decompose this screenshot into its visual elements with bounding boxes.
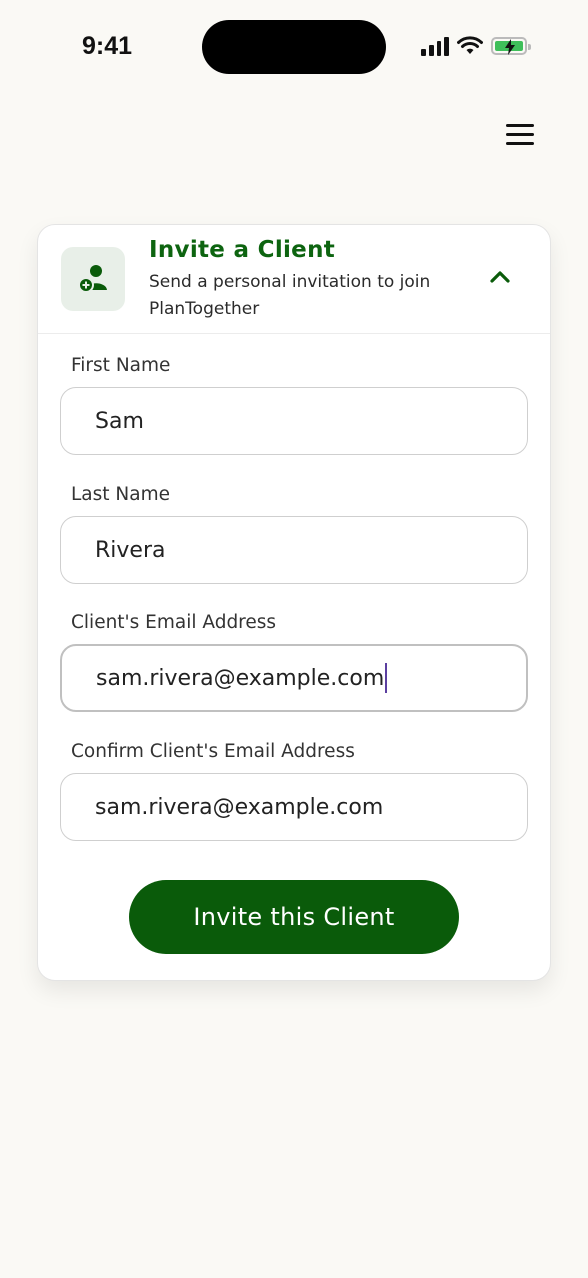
confirm-email-value: sam.rivera@example.com xyxy=(95,794,384,820)
first-name-value: Sam xyxy=(95,408,144,434)
battery-charging-icon xyxy=(491,37,531,55)
first-name-label: First Name xyxy=(71,355,171,376)
last-name-field[interactable]: Rivera xyxy=(60,516,528,584)
email-value: sam.rivera@example.com xyxy=(96,665,385,691)
confirm-email-field[interactable]: sam.rivera@example.com xyxy=(60,773,528,841)
add-user-icon-tile xyxy=(61,247,125,311)
email-field[interactable]: sam.rivera@example.com xyxy=(60,644,528,712)
last-name-label: Last Name xyxy=(71,484,170,505)
wifi-icon xyxy=(457,36,483,54)
last-name-value: Rivera xyxy=(95,537,166,563)
signal-icon xyxy=(421,36,449,56)
text-caret xyxy=(385,663,388,693)
card-header[interactable]: Invite a Client Send a personal invitati… xyxy=(38,225,550,334)
card-title: Invite a Client xyxy=(149,237,336,263)
status-time: 9:41 xyxy=(82,32,133,60)
add-user-icon xyxy=(78,265,107,293)
chevron-up-icon[interactable] xyxy=(488,267,512,287)
email-label: Client's Email Address xyxy=(71,612,277,633)
invite-client-button[interactable]: Invite this Client xyxy=(129,880,459,954)
menu-icon xyxy=(506,124,534,145)
first-name-field[interactable]: Sam xyxy=(60,387,528,455)
confirm-email-label: Confirm Client's Email Address xyxy=(71,741,355,762)
dynamic-island xyxy=(202,20,386,74)
status-icons xyxy=(421,36,531,56)
card-subtitle: Send a personal invitation to join PlanT… xyxy=(149,272,431,319)
invite-client-card: Invite a Client Send a personal invitati… xyxy=(37,224,551,981)
menu-button[interactable] xyxy=(506,124,534,146)
